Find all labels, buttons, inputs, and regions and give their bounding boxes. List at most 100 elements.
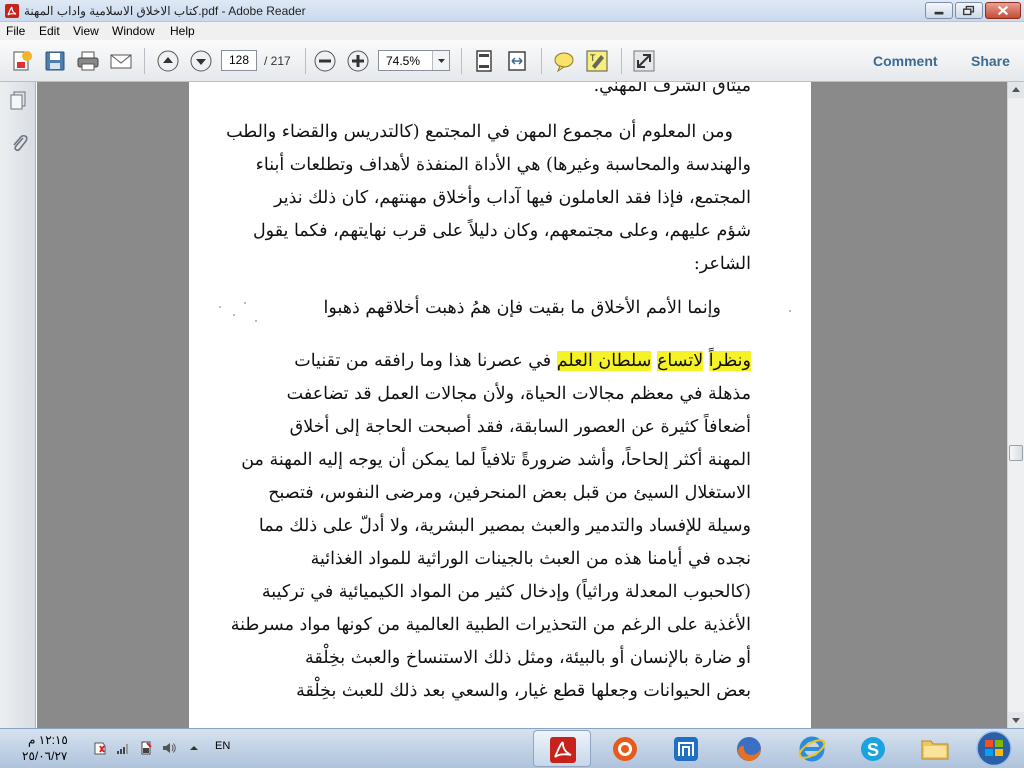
text-line: وسيلة للإفساد والتدمير والعبث بمصير البش… xyxy=(258,516,751,536)
taskbar-skype[interactable]: S xyxy=(844,730,902,767)
scan-speck xyxy=(233,314,235,316)
restore-icon xyxy=(963,5,975,16)
title-bar: كتاب الاخلاق الاسلامية واداب المهنة.pdf … xyxy=(0,0,1024,22)
toolbar-separator xyxy=(461,48,462,74)
toolbar-separator xyxy=(621,48,622,74)
scroll-up-arrow[interactable] xyxy=(1008,82,1024,98)
scan-speck xyxy=(244,302,246,304)
clock-time[interactable]: ١٢:١٥ م xyxy=(28,733,68,747)
text-line: بعض الحيوانات وجعلها قطع غيار، والسعي بع… xyxy=(296,681,751,701)
text-line: ميثاق الشرف المهني. xyxy=(593,82,751,96)
internet-explorer-icon xyxy=(798,736,826,762)
minimize-button[interactable] xyxy=(925,2,953,19)
media-player-icon xyxy=(613,737,637,761)
restore-button[interactable] xyxy=(955,2,983,19)
text-line: نجده في أيامنا هذه من العبث بالجينات الو… xyxy=(310,549,751,569)
navigation-pane xyxy=(0,82,36,728)
action-center-icon[interactable] xyxy=(92,740,108,756)
maxthon-icon xyxy=(674,737,698,761)
document-viewport[interactable]: ميثاق الشرف المهني. ومن المعلوم أن مجموع… xyxy=(37,82,1007,728)
taskbar-adobe-reader[interactable] xyxy=(533,730,591,767)
text-line: الأغذية على الرغم من التحذيرات الطبية ال… xyxy=(230,615,751,635)
highlighted-word[interactable]: لاتساع xyxy=(656,351,704,371)
page-total: / 217 xyxy=(264,54,291,68)
taskbar-maxthon[interactable] xyxy=(657,730,715,767)
zoom-in-icon xyxy=(347,50,369,72)
folder-icon xyxy=(921,740,949,760)
chevron-up-icon[interactable] xyxy=(186,740,202,756)
scroll-down-arrow[interactable] xyxy=(1008,712,1024,728)
next-page-button[interactable] xyxy=(188,48,214,74)
text-line: أضعافاً كثيرة عن العصور السابقة، فقد أصب… xyxy=(289,417,751,437)
volume-icon[interactable] xyxy=(161,740,177,756)
sticky-note-button[interactable] xyxy=(551,48,577,74)
text-line: مذهلة في معظم مجالات الحياة، ولأن مجالات… xyxy=(286,384,751,404)
zoom-select[interactable]: 74.5% xyxy=(378,50,450,71)
text-line: الاستغلال السيئ من قبل بعض المنحرفين، وم… xyxy=(268,483,751,503)
highlighted-word[interactable]: ونظراً xyxy=(708,351,751,371)
poem-verse: وإنما الأمم الأخلاق ما بقيت فإن همُ ذهبت… xyxy=(323,298,721,318)
close-button[interactable] xyxy=(985,2,1021,19)
full-screen-button[interactable] xyxy=(631,48,657,74)
toolbar-separator xyxy=(541,48,542,74)
taskbar-file-explorer[interactable] xyxy=(906,730,964,767)
comment-button[interactable]: Comment xyxy=(873,53,938,69)
menu-window[interactable]: Window xyxy=(112,24,155,38)
page-down-icon xyxy=(190,50,212,72)
power-icon[interactable] xyxy=(138,740,154,756)
close-icon xyxy=(997,5,1009,16)
highlight-text-button[interactable]: T xyxy=(584,48,610,74)
text-line: والهندسة والمحاسبة وغيرها) هي الأداة الم… xyxy=(255,155,751,175)
previous-page-button[interactable] xyxy=(155,48,181,74)
expand-icon xyxy=(633,50,655,72)
save-icon xyxy=(45,51,65,71)
taskbar-firefox[interactable] xyxy=(720,730,778,767)
start-button[interactable] xyxy=(972,729,1016,768)
taskbar-media-player[interactable] xyxy=(596,730,654,767)
firefox-icon xyxy=(737,737,761,761)
vertical-scrollbar[interactable] xyxy=(1007,82,1024,728)
zoom-out-button[interactable] xyxy=(312,48,338,74)
page-up-icon xyxy=(157,50,179,72)
network-icon[interactable] xyxy=(115,740,131,756)
windows-start-icon xyxy=(976,730,1012,767)
scan-speck xyxy=(219,306,221,308)
fit-page-button[interactable] xyxy=(471,48,497,74)
scan-speck xyxy=(789,310,791,312)
fit-page-icon xyxy=(476,50,492,72)
text-line: الشاعر: xyxy=(693,254,751,274)
menu-view[interactable]: View xyxy=(73,24,99,38)
menu-edit[interactable]: Edit xyxy=(39,24,60,38)
highlighted-word[interactable]: سلطان العلم xyxy=(556,351,652,371)
minimize-icon xyxy=(934,11,944,15)
chevron-down-icon[interactable] xyxy=(432,51,449,70)
scrollbar-thumb[interactable] xyxy=(1009,445,1023,461)
menu-help[interactable]: Help xyxy=(170,24,195,38)
clock-date[interactable]: ٢٥/٠٦/٢٧ xyxy=(22,749,67,763)
create-icon xyxy=(13,51,32,71)
fit-width-button[interactable] xyxy=(504,48,530,74)
text-line: المجتمع، فإذا فقد العاملون فيها آداب وأخ… xyxy=(274,188,751,208)
email-button[interactable] xyxy=(108,48,134,74)
zoom-in-button[interactable] xyxy=(345,48,371,74)
taskbar-internet-explorer[interactable] xyxy=(783,730,841,767)
create-button[interactable] xyxy=(9,48,35,74)
menu-bar: File Edit View Window Help xyxy=(0,22,1024,40)
share-button[interactable]: Share xyxy=(971,53,1010,69)
text-run: في عصرنا هذا وما رافقه من تقنيات xyxy=(294,351,552,371)
pages-panel-icon[interactable] xyxy=(8,90,30,112)
scan-speck xyxy=(255,320,257,322)
save-button[interactable] xyxy=(42,48,68,74)
language-indicator[interactable]: EN xyxy=(215,740,230,752)
page-number-input[interactable]: 128 xyxy=(221,50,257,71)
text-line: (كالحبوب المعدلة وراثياً) وإدخال كثير من… xyxy=(261,582,751,602)
menu-file[interactable]: File xyxy=(6,24,25,38)
svg-text:T: T xyxy=(590,53,596,63)
attachments-icon[interactable] xyxy=(8,132,30,154)
sticky-note-icon xyxy=(554,52,574,73)
toolbar-separator xyxy=(305,48,306,74)
text-line: شؤم عليهم، وعلى مجتمعهم، وكان دليلاً على… xyxy=(252,221,751,241)
text-line: المهنة أكثر إلحاحاً، وأشد ضرورةً تلافياً… xyxy=(241,450,751,470)
print-button[interactable] xyxy=(75,48,101,74)
highlight-icon: T xyxy=(586,50,608,72)
